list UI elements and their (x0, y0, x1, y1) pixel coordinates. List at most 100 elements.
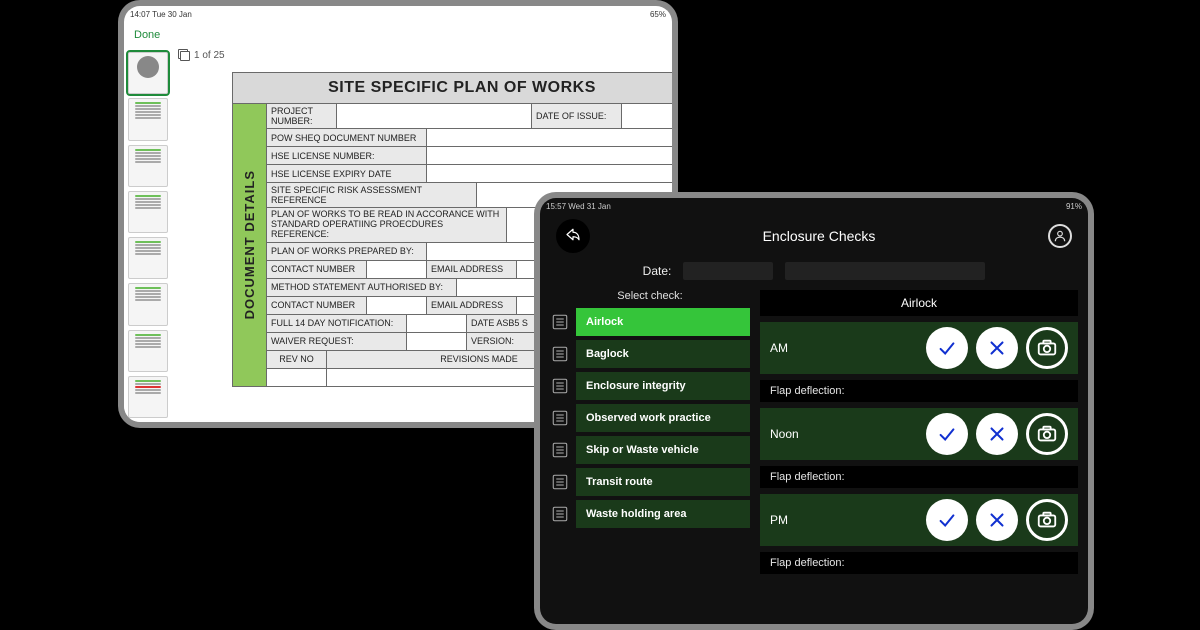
page-counter: 1 of 25 (178, 50, 225, 61)
thumbnail-page[interactable] (128, 98, 168, 140)
done-button[interactable]: Done (134, 29, 160, 41)
app-body: Select check: Airlock Baglock (540, 290, 1088, 624)
back-arrow-icon (564, 227, 582, 245)
check-button-enclosure-integrity[interactable]: Enclosure integrity (576, 372, 750, 400)
reject-button[interactable] (976, 499, 1018, 541)
check-item: Airlock (550, 308, 750, 336)
field-value (427, 165, 672, 183)
period-block: PM Flap deflection: (760, 494, 1078, 574)
detail-title: Airlock (760, 290, 1078, 316)
x-icon (986, 509, 1008, 531)
column-header: REV NO (267, 351, 327, 369)
field-label: FULL 14 DAY NOTIFICATION: (267, 315, 407, 333)
pages-icon (180, 51, 190, 61)
app-header: Enclosure Checks (540, 214, 1088, 258)
check-panel: Select check: Airlock Baglock (550, 290, 750, 614)
status-right: 65% (650, 10, 666, 19)
field-label: HSE LICENSE EXPIRY DATE (267, 165, 427, 183)
date-label: Date: (643, 264, 672, 278)
field-label: PLAN OF WORKS PREPARED BY: (267, 243, 427, 261)
check-item: Observed work practice (550, 404, 750, 432)
list-icon (550, 408, 570, 428)
thumbnail-page[interactable] (128, 376, 168, 418)
thumbnail-page[interactable] (128, 145, 168, 187)
list-icon (550, 344, 570, 364)
camera-button[interactable] (1026, 327, 1068, 369)
profile-icon (1053, 229, 1067, 243)
list-icon (550, 376, 570, 396)
check-button-skip-waste[interactable]: Skip or Waste vehicle (576, 436, 750, 464)
flap-row[interactable]: Flap deflection: (760, 380, 1078, 402)
list-icon (550, 440, 570, 460)
camera-button[interactable] (1026, 413, 1068, 455)
status-left: 15:57 Wed 31 Jan (546, 202, 611, 211)
camera-icon (1036, 509, 1058, 531)
check-item: Skip or Waste vehicle (550, 436, 750, 464)
accept-button[interactable] (926, 327, 968, 369)
date-row: Date: (540, 258, 1088, 290)
check-button-waste-holding[interactable]: Waste holding area (576, 500, 750, 528)
check-item: Enclosure integrity (550, 372, 750, 400)
list-icon (550, 472, 570, 492)
thumbnail-page[interactable] (128, 237, 168, 279)
accept-button[interactable] (926, 413, 968, 455)
field-value (367, 261, 427, 279)
check-item: Waste holding area (550, 500, 750, 528)
page-counter-text: 1 of 25 (194, 50, 225, 61)
field-label: PLAN OF WORKS TO BE READ IN ACCORANCE WI… (267, 208, 507, 243)
x-icon (986, 423, 1008, 445)
status-right: 91% (1066, 202, 1082, 211)
status-left: 14:07 Tue 30 Jan (130, 10, 192, 19)
camera-icon (1036, 423, 1058, 445)
thumbnail-rail[interactable] (124, 48, 172, 422)
period-block: AM Flap deflection: (760, 322, 1078, 402)
app-title: Enclosure Checks (763, 228, 876, 244)
back-button[interactable] (556, 219, 590, 253)
check-button-transit-route[interactable]: Transit route (576, 468, 750, 496)
x-icon (986, 337, 1008, 359)
tablet-device-app: 15:57 Wed 31 Jan 91% Enclosure Checks Da… (534, 192, 1094, 630)
field-label: CONTACT NUMBER (267, 297, 367, 315)
field-label: VERSION: (467, 333, 537, 351)
period-label: AM (770, 341, 918, 355)
check-button-airlock[interactable]: Airlock (576, 308, 750, 336)
select-check-label: Select check: (550, 290, 750, 302)
camera-icon (1036, 337, 1058, 359)
reject-button[interactable] (976, 327, 1018, 369)
thumbnail-page[interactable] (128, 283, 168, 325)
thumbnail-page[interactable] (128, 330, 168, 372)
secondary-field[interactable] (785, 262, 985, 280)
list-icon (550, 504, 570, 524)
check-button-observed-work[interactable]: Observed work practice (576, 404, 750, 432)
accept-button[interactable] (926, 499, 968, 541)
field-label: HSE LICENSE NUMBER: (267, 147, 427, 165)
toolbar: Done (124, 22, 672, 48)
check-button-baglock[interactable]: Baglock (576, 340, 750, 368)
profile-button[interactable] (1048, 224, 1072, 248)
field-value (267, 369, 327, 387)
tablet2-screen: 15:57 Wed 31 Jan 91% Enclosure Checks Da… (540, 198, 1088, 624)
period-row-am: AM (760, 322, 1078, 374)
check-item: Baglock (550, 340, 750, 368)
document-side-label: DOCUMENT DETAILS (233, 104, 267, 387)
field-label: CONTACT NUMBER (267, 261, 367, 279)
field-label: DATE OF ISSUE: (532, 104, 622, 129)
period-row-pm: PM (760, 494, 1078, 546)
check-item: Transit route (550, 468, 750, 496)
side-label-text: DOCUMENT DETAILS (242, 170, 257, 319)
field-label: POW SHEQ DOCUMENT NUMBER (267, 129, 427, 147)
period-label: PM (770, 513, 918, 527)
flap-row[interactable]: Flap deflection: (760, 466, 1078, 488)
thumbnail-page[interactable] (128, 191, 168, 233)
flap-row[interactable]: Flap deflection: (760, 552, 1078, 574)
camera-button[interactable] (1026, 499, 1068, 541)
thumbnail-page[interactable] (128, 52, 168, 94)
date-field[interactable] (683, 262, 773, 280)
status-bar: 14:07 Tue 30 Jan 65% (124, 6, 672, 22)
field-label: PROJECT NUMBER: (267, 104, 337, 129)
reject-button[interactable] (976, 413, 1018, 455)
check-icon (936, 337, 958, 359)
field-value (337, 104, 532, 129)
field-value (427, 147, 672, 165)
field-label: WAIVER REQUEST: (267, 333, 407, 351)
